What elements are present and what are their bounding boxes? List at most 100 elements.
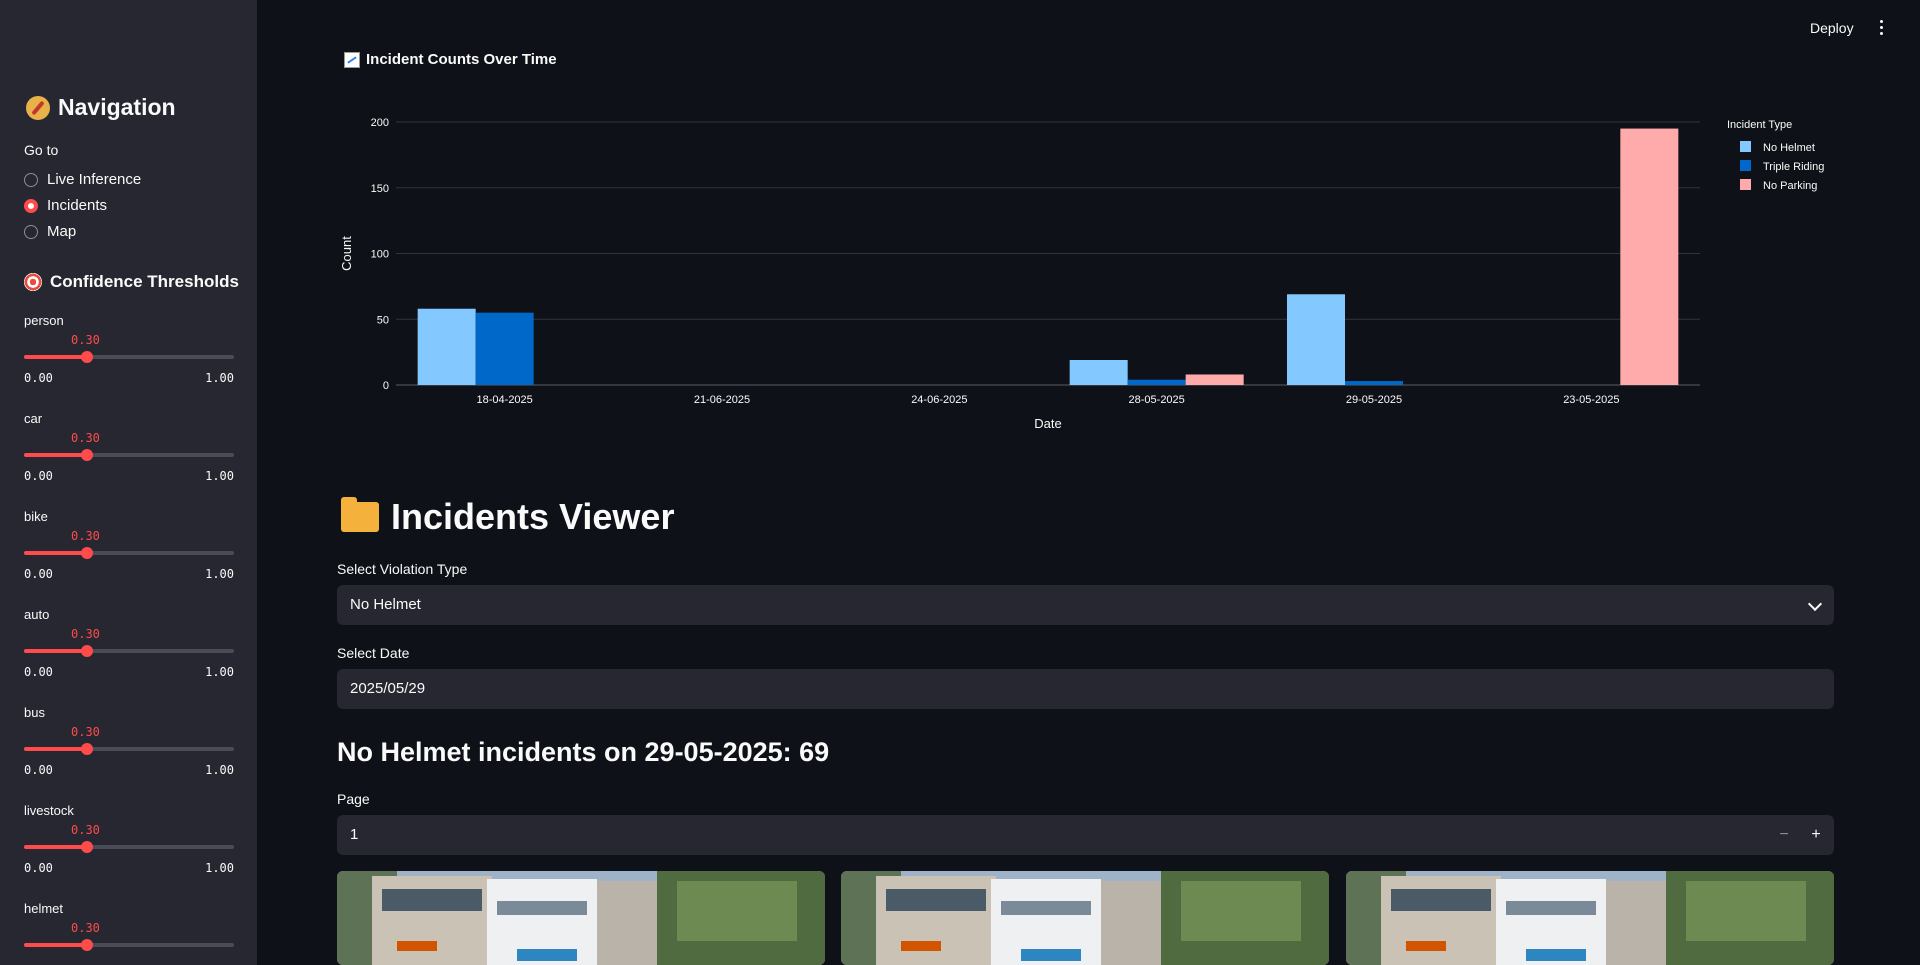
x-tick-label: 29-05-2025: [1346, 394, 1402, 406]
incidents-viewer-title: Incidents Viewer: [341, 496, 674, 538]
slider-thumb[interactable]: [81, 351, 93, 363]
page-label: Page: [337, 791, 370, 807]
legend-item-label[interactable]: No Parking: [1763, 180, 1817, 192]
legend-swatch[interactable]: [1740, 141, 1751, 152]
target-icon: [24, 273, 42, 291]
radio-circle-icon: [24, 224, 38, 239]
deploy-button[interactable]: Deploy: [1810, 20, 1854, 36]
slider-thumb[interactable]: [81, 841, 93, 853]
radio-incidents[interactable]: Incidents: [24, 197, 107, 214]
slider-max: 1.00: [205, 567, 234, 581]
slider-person[interactable]: person 0.30 0.00 1.00: [24, 313, 234, 393]
slider-label: helmet: [24, 901, 64, 916]
chart-section-title-text: Incident Counts Over Time: [366, 51, 557, 68]
incident-image[interactable]: [337, 871, 825, 965]
slider-value: 0.30: [71, 921, 100, 935]
slider-thumb[interactable]: [81, 547, 93, 559]
page-number-input[interactable]: 1 − +: [337, 815, 1834, 855]
y-axis-title: Count: [339, 236, 354, 271]
navigation-title-text: Navigation: [58, 94, 176, 120]
slider-thumb[interactable]: [81, 743, 93, 755]
legend-item-label[interactable]: Triple Riding: [1763, 161, 1824, 173]
bar-triple-riding[interactable]: [475, 312, 534, 385]
slider-min: 0.00: [24, 763, 53, 777]
y-tick-label: 50: [377, 314, 389, 326]
radio-label: Map: [47, 223, 77, 240]
incident-image[interactable]: [841, 871, 1329, 965]
incident-count-heading: No Helmet incidents on 29-05-2025: 69: [337, 737, 830, 767]
legend-swatch[interactable]: [1740, 179, 1751, 190]
slider-fill: [24, 453, 87, 457]
slider-helmet[interactable]: helmet 0.30: [24, 901, 234, 965]
radio-map[interactable]: Map: [24, 223, 76, 240]
chevron-down-icon: [1807, 596, 1823, 612]
page-number-value: 1: [350, 826, 359, 843]
violation-type-select[interactable]: No Helmet: [337, 585, 1834, 625]
slider-thumb[interactable]: [81, 645, 93, 657]
y-tick-label: 0: [383, 380, 389, 392]
slider-max: 1.00: [205, 665, 234, 679]
compass-icon: [26, 95, 50, 120]
violation-type-value: No Helmet: [350, 596, 421, 613]
incidents-viewer-title-text: Incidents Viewer: [391, 496, 675, 537]
slider-min: 0.00: [24, 469, 53, 483]
more-menu-icon[interactable]: [1878, 20, 1884, 38]
bar-no-parking[interactable]: [1185, 374, 1244, 385]
incident-bar-chart[interactable]: 0 50 100 150 200 18-04-2025 21-06-2025 24-06-20…: [330, 95, 1860, 455]
increment-button[interactable]: +: [1804, 815, 1828, 855]
chart-section-title: Incident Counts Over Time: [344, 51, 557, 68]
goto-label: Go to: [24, 142, 59, 158]
y-tick-label: 200: [371, 117, 389, 129]
slider-bus[interactable]: bus 0.30 0.00 1.00: [24, 705, 234, 785]
radio-live-inference[interactable]: Live Inference: [24, 171, 141, 188]
folder-icon: [341, 497, 379, 532]
confidence-thresholds-title: Confidence Thresholds: [24, 272, 239, 292]
radio-selected-icon: [24, 198, 38, 213]
slider-label: auto: [24, 607, 50, 622]
x-tick-label: 23-05-2025: [1563, 394, 1619, 406]
slider-max: 1.00: [205, 371, 234, 385]
slider-label: livestock: [24, 803, 74, 818]
slider-max: 1.00: [205, 861, 234, 875]
slider-bike[interactable]: bike 0.30 0.00 1.00: [24, 509, 234, 589]
x-tick-label: 18-04-2025: [477, 394, 533, 406]
x-tick-label: 21-06-2025: [694, 394, 750, 406]
chart-increasing-icon: [344, 51, 360, 68]
confidence-thresholds-text: Confidence Thresholds: [50, 272, 239, 291]
street-photo: [1346, 871, 1834, 965]
date-value: 2025/05/29: [350, 680, 426, 697]
slider-min: 0.00: [24, 861, 53, 875]
slider-value: 0.30: [71, 431, 100, 445]
radio-label: Incidents: [47, 197, 108, 214]
slider-value: 0.30: [71, 333, 100, 347]
legend-item-label[interactable]: No Helmet: [1763, 142, 1815, 154]
navigation-title: Navigation: [26, 94, 176, 121]
slider-auto[interactable]: auto 0.30 0.00 1.00: [24, 607, 234, 687]
bar-no-helmet[interactable]: [1069, 360, 1128, 385]
slider-value: 0.30: [71, 529, 100, 543]
slider-fill: [24, 845, 87, 849]
slider-label: person: [24, 313, 64, 328]
date-input[interactable]: 2025/05/29: [337, 669, 1834, 709]
slider-label: bike: [24, 509, 48, 524]
bar-no-helmet[interactable]: [417, 308, 476, 385]
slider-value: 0.30: [71, 627, 100, 641]
bar-no-parking[interactable]: [1620, 128, 1679, 385]
slider-livestock[interactable]: livestock 0.30 0.00 1.00: [24, 803, 234, 883]
street-photo: [337, 871, 825, 965]
slider-fill: [24, 747, 87, 751]
street-photo: [841, 871, 1329, 965]
slider-thumb[interactable]: [81, 939, 93, 951]
legend-swatch[interactable]: [1740, 160, 1751, 171]
slider-max: 1.00: [205, 763, 234, 777]
decrement-button[interactable]: −: [1772, 815, 1796, 855]
bar-no-helmet[interactable]: [1287, 294, 1345, 385]
slider-fill: [24, 551, 87, 555]
bar-triple-riding[interactable]: [1127, 379, 1186, 385]
slider-car[interactable]: car 0.30 0.00 1.00: [24, 411, 234, 491]
incident-image[interactable]: [1346, 871, 1834, 965]
slider-thumb[interactable]: [81, 449, 93, 461]
bar-triple-riding[interactable]: [1345, 381, 1403, 385]
x-tick-label: 24-06-2025: [911, 394, 967, 406]
x-axis-title: Date: [1034, 416, 1061, 431]
